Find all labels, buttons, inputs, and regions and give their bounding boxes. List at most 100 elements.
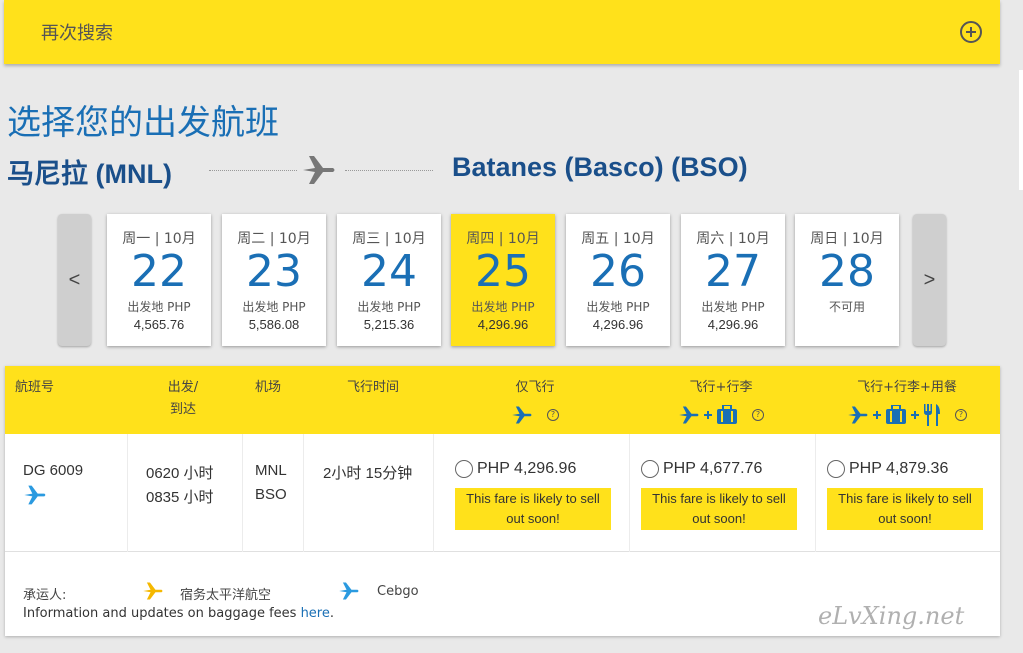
expand-plus-icon[interactable]	[960, 21, 982, 43]
flight-duration: 2小时 15分钟	[323, 465, 413, 482]
route-destination: Batanes (Basco) (BSO)	[452, 152, 748, 182]
day-card-25-selected[interactable]: 周四 | 10月 25 出发地 PHP 4,296.96	[451, 214, 555, 346]
day-price: 5,586.08	[248, 317, 300, 332]
day-price-label: 出发地 PHP	[471, 300, 535, 314]
plane-icon	[303, 156, 335, 184]
route-dotted-line-left	[209, 170, 297, 171]
plus-icon	[911, 411, 919, 419]
flight-table: 航班号 出发/ 到达 机场 飞行时间 仅飞行 ? 飞行+行李 ? 飞行+行李+用…	[5, 366, 1000, 636]
header-depart-arrive: 出发/ 到达	[153, 378, 213, 420]
day-card-23[interactable]: 周二 | 10月 23 出发地 PHP 5,586.08	[222, 214, 326, 346]
day-price-label: 出发地 PHP	[357, 300, 421, 314]
header-depart: 出发/	[167, 380, 199, 395]
day-card-22[interactable]: 周一 | 10月 22 出发地 PHP 4,565.76	[107, 214, 211, 346]
route-dotted-line-right	[345, 170, 433, 171]
search-again-label: 再次搜索	[41, 23, 113, 43]
table-header: 航班号 出发/ 到达 机场 飞行时间 仅飞行 ? 飞行+行李 ? 飞行+行李+用…	[5, 366, 1000, 434]
fare-option[interactable]: PHP 4,677.76	[641, 460, 797, 478]
fare-price: PHP 4,677.76	[663, 460, 763, 477]
day-weekday: 周六 | 10月	[696, 231, 770, 247]
header-duration: 飞行时间	[346, 380, 399, 395]
day-price: 4,565.76	[133, 317, 185, 332]
help-icon[interactable]: ?	[547, 409, 559, 421]
plane-icon	[512, 406, 532, 424]
baggage-info: Information and updates on baggage fees …	[23, 606, 334, 621]
sell-out-warning: This fare is likely to sell out soon!	[455, 488, 611, 530]
day-price-label: 出发地 PHP	[586, 300, 650, 314]
origin-airport: MNL	[255, 462, 287, 479]
side-panel-edge	[1019, 70, 1023, 190]
baggage-info-link[interactable]: here	[301, 606, 330, 621]
header-fly-bag-meal: 飞行+行李+用餐 ?	[827, 378, 987, 426]
day-weekday: 周二 | 10月	[237, 231, 311, 247]
arrive-time: 0835 小时	[146, 489, 214, 506]
day-weekday: 周一 | 10月	[122, 231, 196, 247]
day-price: 4,296.96	[592, 317, 644, 332]
header-fly-bag: 飞行+行李 ?	[641, 378, 801, 426]
day-number: 27	[705, 246, 761, 297]
day-price-label: 出发地 PHP	[701, 300, 765, 314]
table-row: DG 6009 0620 小时 0835 小时 MNL BSO 2小时 15分钟…	[5, 434, 1000, 552]
plane-icon	[848, 406, 868, 424]
day-price: 4,296.96	[477, 317, 529, 332]
header-flight-no: 航班号	[15, 380, 55, 395]
header-airport: 机场	[255, 380, 282, 395]
day-number: 22	[131, 246, 187, 297]
day-weekday: 周日 | 10月	[810, 231, 884, 247]
luggage-icon	[717, 405, 737, 424]
day-price-label: 出发地 PHP	[127, 300, 191, 314]
operator-plane-icon	[24, 485, 46, 505]
day-card-26[interactable]: 周五 | 10月 26 出发地 PHP 4,296.96	[566, 214, 670, 346]
day-weekday: 周五 | 10月	[581, 231, 655, 247]
watermark: eLvXing.net	[818, 602, 965, 630]
day-card-24[interactable]: 周三 | 10月 24 出发地 PHP 5,215.36	[337, 214, 441, 346]
destination-airport: BSO	[255, 486, 287, 503]
warning-line-1: This fare is likely to sell	[652, 491, 786, 506]
route-origin: 马尼拉 (MNL)	[7, 159, 172, 189]
carrier-1-name: 宿务太平洋航空	[180, 588, 272, 603]
day-weekday: 周三 | 10月	[352, 231, 426, 247]
plus-icon	[873, 411, 881, 419]
warning-line-1: This fare is likely to sell	[466, 491, 600, 506]
prev-week-button[interactable]: <	[58, 214, 91, 346]
fare-option[interactable]: PHP 4,296.96	[455, 460, 611, 478]
day-price-label: 不可用	[828, 300, 865, 314]
search-again-bar[interactable]: 再次搜索	[4, 0, 1000, 64]
help-icon[interactable]: ?	[955, 409, 967, 421]
fare-radio[interactable]	[455, 460, 473, 478]
day-number: 26	[590, 246, 646, 297]
fare-price: PHP 4,879.36	[849, 460, 949, 477]
warning-line-1: This fare is likely to sell	[838, 491, 972, 506]
fare-fly-bag: PHP 4,677.76 This fare is likely to sell…	[641, 460, 797, 530]
depart-time: 0620 小时	[146, 465, 214, 482]
meal-icon	[924, 404, 940, 426]
header-fly-only: 仅飞行 ?	[455, 378, 615, 426]
header-fly-only-label: 仅飞行	[515, 380, 555, 395]
sell-out-warning: This fare is likely to sell out soon!	[641, 488, 797, 530]
luggage-icon	[886, 405, 906, 424]
carrier-2-name: Cebgo	[377, 584, 419, 599]
day-card-27[interactable]: 周六 | 10月 27 出发地 PHP 4,296.96	[681, 214, 785, 346]
flight-number: DG 6009	[23, 462, 84, 479]
day-number: 24	[361, 246, 417, 297]
fare-fly-only: PHP 4,296.96 This fare is likely to sell…	[455, 460, 611, 530]
warning-line-2: out soon!	[878, 511, 932, 526]
date-selector: < 周一 | 10月 22 出发地 PHP 4,565.76 周二 | 10月 …	[58, 210, 948, 350]
day-weekday: 周四 | 10月	[466, 231, 540, 247]
sell-out-warning: This fare is likely to sell out soon!	[827, 488, 983, 530]
day-card-28[interactable]: 周日 | 10月 28 不可用	[795, 214, 899, 346]
warning-line-2: out soon!	[692, 511, 746, 526]
page-title: 选择您的出发航班	[7, 103, 279, 143]
day-number: 28	[819, 246, 875, 297]
day-price: 4,296.96	[707, 317, 759, 332]
warning-line-2: out soon!	[506, 511, 560, 526]
fare-radio[interactable]	[641, 460, 659, 478]
help-icon[interactable]: ?	[752, 409, 764, 421]
fare-radio[interactable]	[827, 460, 845, 478]
fare-option[interactable]: PHP 4,879.36	[827, 460, 983, 478]
route-header: 马尼拉 (MNL) Batanes (Basco) (BSO)	[7, 150, 807, 190]
next-week-button[interactable]: >	[913, 214, 946, 346]
header-fly-bag-label: 飞行+行李	[689, 380, 753, 395]
fare-price: PHP 4,296.96	[477, 460, 577, 477]
header-arrive: 到达	[169, 402, 196, 417]
